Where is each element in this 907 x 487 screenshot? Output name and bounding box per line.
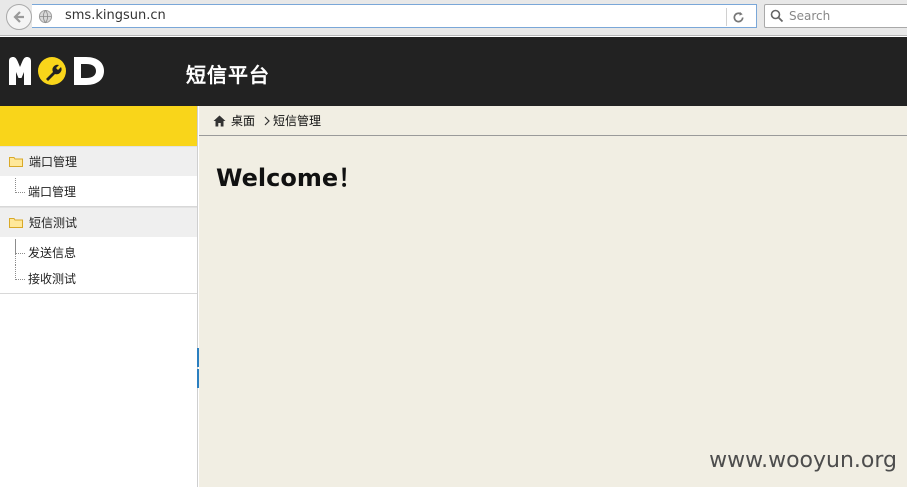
tree-connector [15,239,25,254]
sidebar-group-sms-test[interactable]: 短信测试 [0,207,197,237]
globe-icon [38,9,53,24]
home-icon[interactable] [213,115,226,127]
sidebar-group-items: 发送信息 接收测试 [0,237,197,294]
tree-connector [15,265,25,280]
sidebar-item-label: 发送信息 [28,245,77,260]
sidebar-item-receive-test[interactable]: 接收测试 [0,265,197,291]
app-header: 短信平台 [0,37,907,106]
folder-icon [9,218,23,228]
sidebar-item-port-management[interactable]: 端口管理 [0,178,197,204]
welcome-heading: Welcome！ [216,164,363,192]
back-button[interactable] [6,4,32,30]
sidebar: 端口管理 端口管理 短信测试 发送信息 接收测试 [0,106,198,487]
breadcrumb-home[interactable]: 桌面 [231,112,255,129]
tree-connector [15,178,25,193]
sidebar-item-label: 接收测试 [28,271,77,286]
url-text: sms.kingsun.cn [65,8,166,23]
breadcrumb: 桌面 短信管理 [199,106,907,136]
sidebar-group-port[interactable]: 端口管理 [0,146,197,176]
search-input[interactable]: Search [764,4,907,28]
back-arrow-icon [13,11,24,23]
reload-icon [733,11,744,22]
address-bar[interactable]: sms.kingsun.cn [32,4,757,28]
reload-button[interactable] [726,8,750,26]
mod-logo [9,57,104,85]
app-title: 短信平台 [186,63,270,87]
sidebar-group-label: 端口管理 [29,155,78,169]
search-placeholder: Search [789,9,831,23]
sidebar-group-label: 短信测试 [29,216,78,230]
sidebar-accent-bar [0,106,197,146]
sidebar-group-items: 端口管理 [0,176,197,207]
browser-toolbar: sms.kingsun.cn Search [0,0,907,36]
chevron-right-icon [264,116,270,125]
sidebar-item-send-message[interactable]: 发送信息 [0,239,197,265]
watermark: www.wooyun.org [709,448,897,473]
search-icon [770,9,784,23]
sidebar-item-label: 端口管理 [28,184,77,199]
folder-icon [9,157,23,167]
main-content: 桌面 短信管理 Welcome！ www.wooyun.org [199,106,907,487]
breadcrumb-current: 短信管理 [273,114,322,128]
